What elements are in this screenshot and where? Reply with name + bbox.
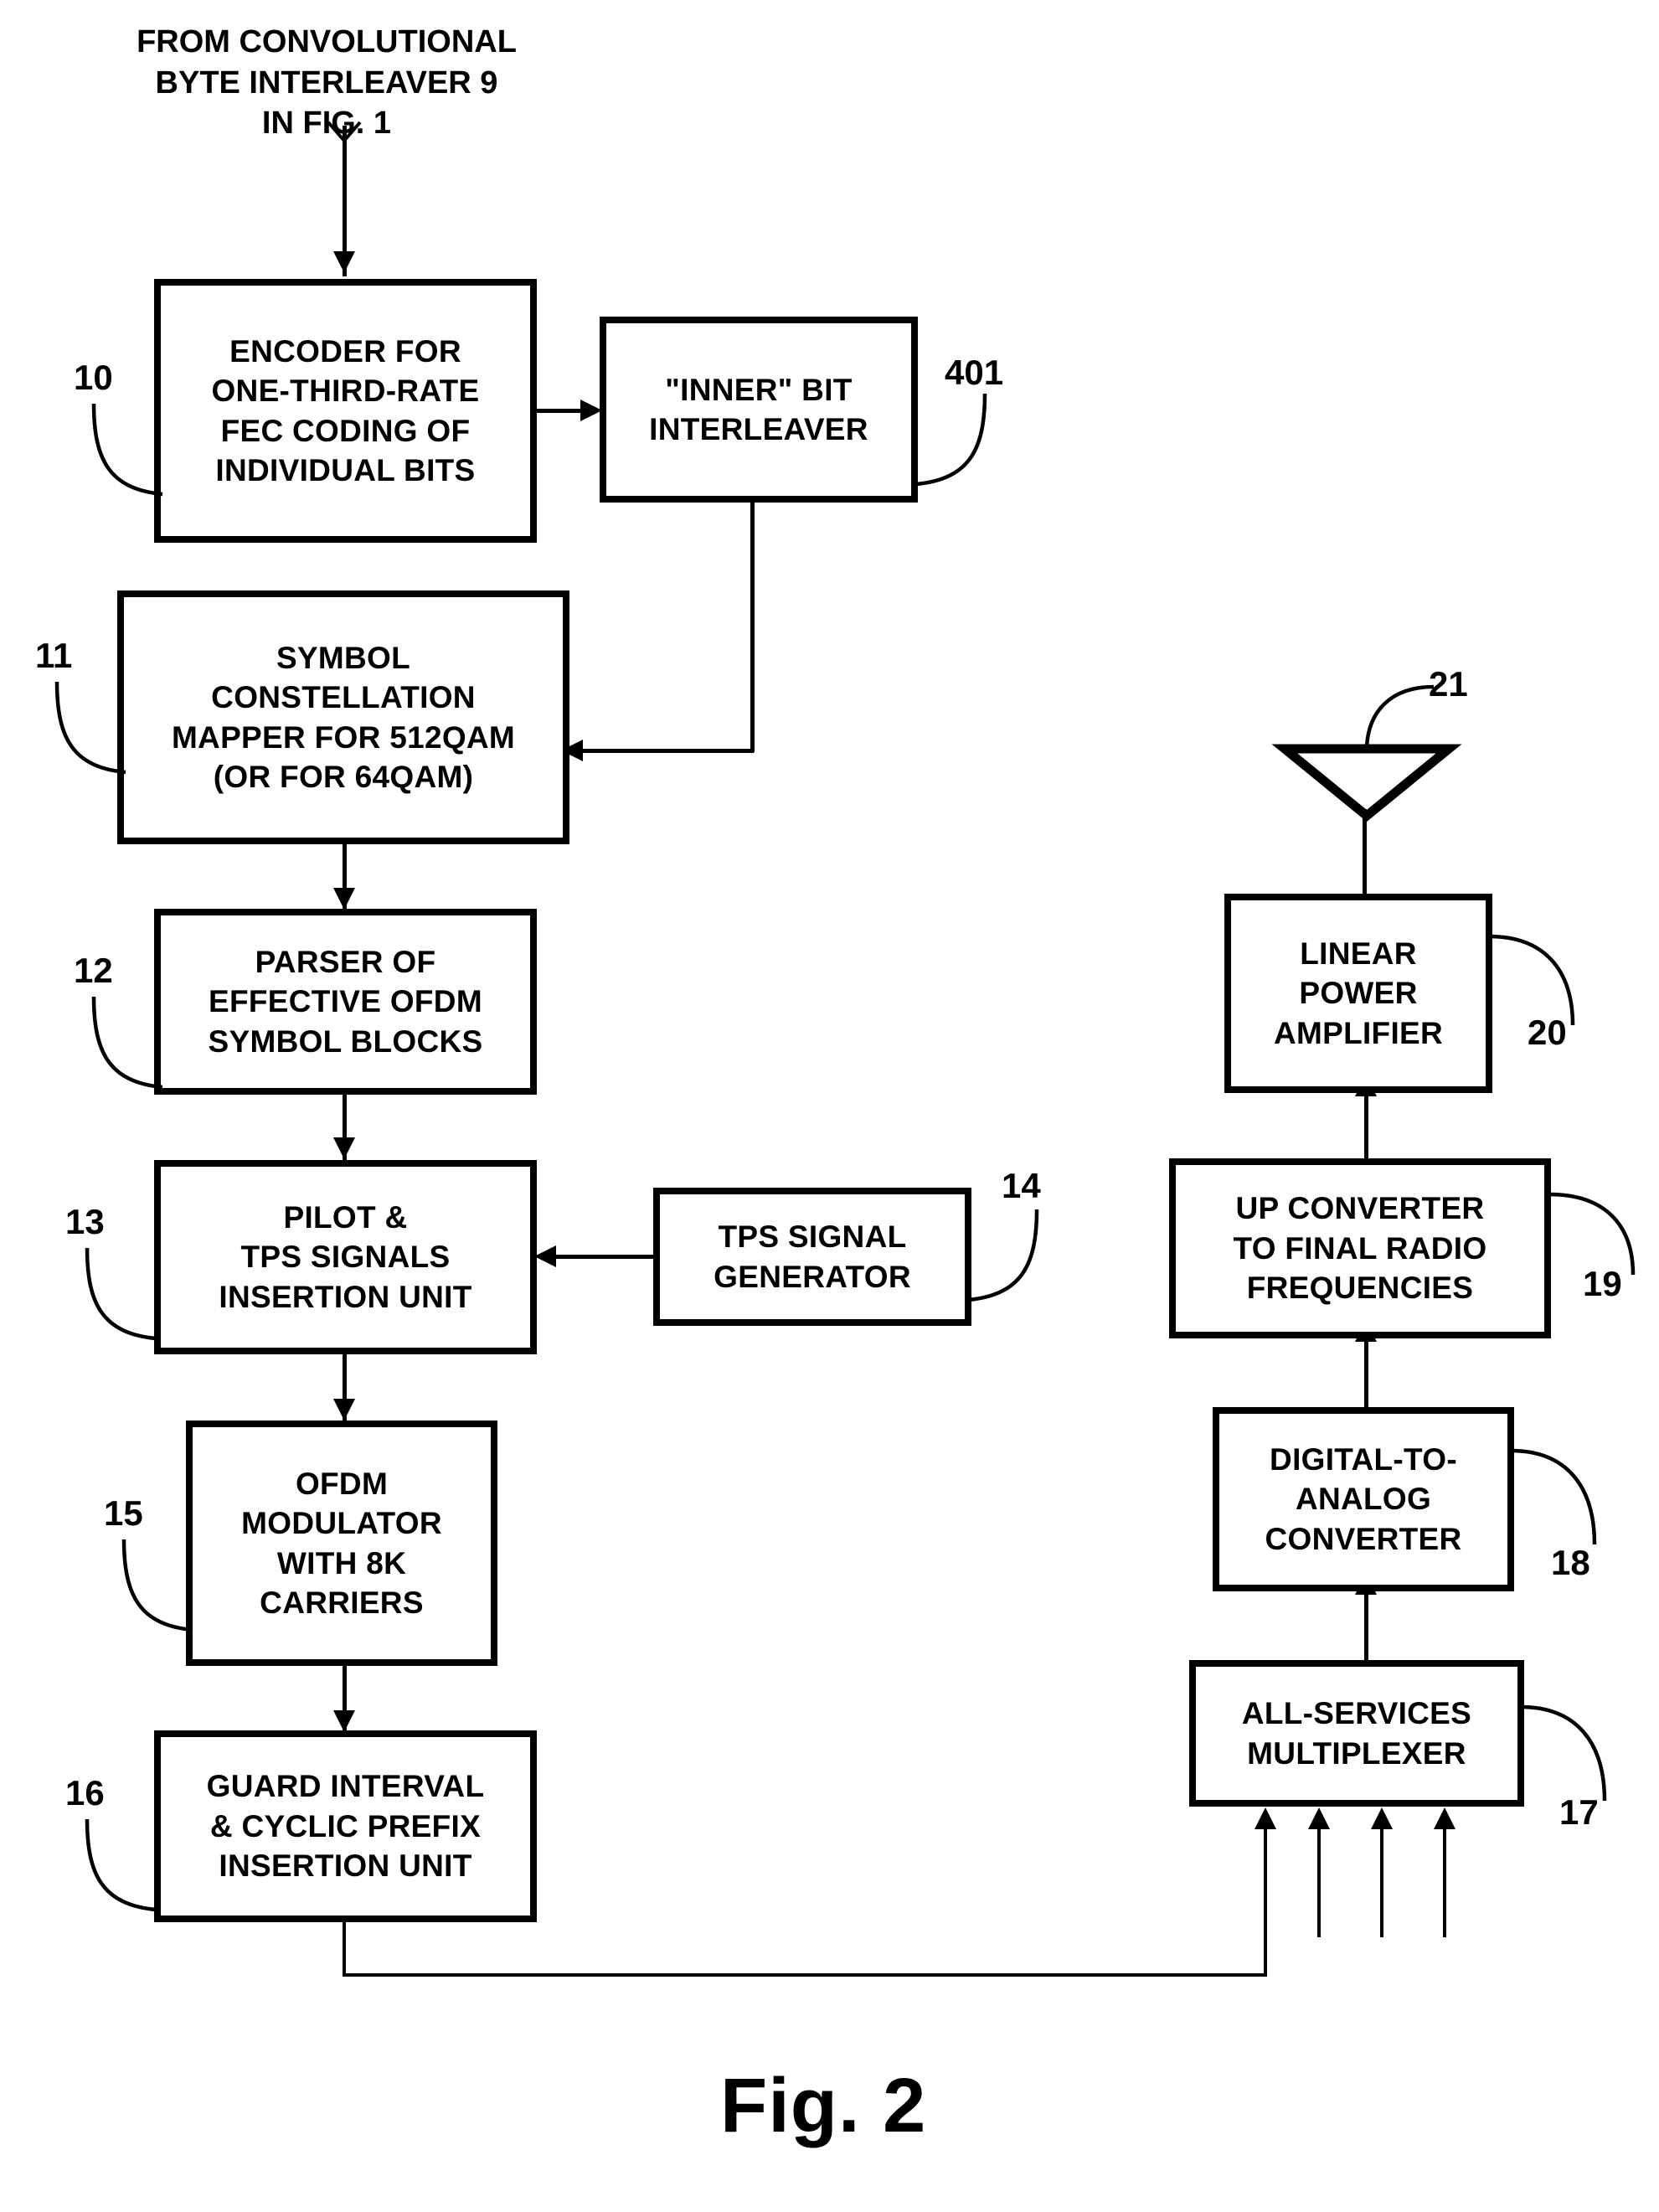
connector-interleaver-down bbox=[750, 503, 755, 752]
block-all-services-multiplexer[interactable]: ALL-SERVICES MULTIPLEXER bbox=[1189, 1660, 1524, 1807]
block-pilot-tps-insertion-label: PILOT & TPS SIGNALS INSERTION UNIT bbox=[219, 1199, 472, 1314]
block-symbol-constellation-mapper[interactable]: SYMBOL CONSTELLATION MAPPER FOR 512QAM (… bbox=[117, 590, 569, 844]
block-guard-interval[interactable]: GUARD INTERVAL & CYCLIC PREFIX INSERTION… bbox=[154, 1730, 537, 1922]
leader-line-13 bbox=[85, 1247, 157, 1341]
arrowhead-tpsgen-to-pilot bbox=[534, 1245, 556, 1267]
connector-guard-to-mux-horizontal bbox=[343, 1973, 1267, 1977]
leader-line-21 bbox=[1364, 684, 1435, 748]
ref-401: 401 bbox=[945, 353, 1004, 392]
connector-tpsgen-to-pilot bbox=[553, 1255, 655, 1259]
block-digital-to-analog-converter[interactable]: DIGITAL-TO- ANALOG CONVERTER bbox=[1213, 1407, 1514, 1591]
block-pilot-tps-insertion[interactable]: PILOT & TPS SIGNALS INSERTION UNIT bbox=[154, 1160, 537, 1354]
block-linear-power-amplifier-label: LINEAR POWER AMPLIFIER bbox=[1273, 936, 1444, 1050]
mux-input-line-3 bbox=[1380, 1826, 1383, 1937]
leader-line-18 bbox=[1510, 1448, 1597, 1545]
chevron-source bbox=[327, 121, 362, 144]
block-inner-bit-interleaver-label: "INNER" BIT INTERLEAVER bbox=[649, 372, 868, 446]
leader-line-12 bbox=[91, 996, 163, 1090]
block-linear-power-amplifier[interactable]: LINEAR POWER AMPLIFIER bbox=[1224, 894, 1492, 1093]
leader-line-14 bbox=[967, 1209, 1039, 1302]
ref-13: 13 bbox=[65, 1202, 105, 1241]
connector-mux-input-up bbox=[1264, 1826, 1267, 1977]
mux-input-line-4 bbox=[1443, 1826, 1446, 1937]
block-tps-signal-generator[interactable]: TPS SIGNAL GENERATOR bbox=[653, 1188, 971, 1326]
mux-input-line-2 bbox=[1317, 1826, 1321, 1937]
block-encoder-label: ENCODER FOR ONE-THIRD-RATE FEC CODING OF… bbox=[211, 333, 480, 487]
mux-input-arrowhead-3 bbox=[1371, 1807, 1393, 1829]
connector-mux-to-dac bbox=[1364, 1591, 1368, 1660]
mux-input-arrowhead-4 bbox=[1434, 1807, 1455, 1829]
arrowhead-guard-to-mux bbox=[1255, 1807, 1276, 1829]
block-tps-signal-generator-label: TPS SIGNAL GENERATOR bbox=[714, 1219, 911, 1294]
mux-input-arrowhead-2 bbox=[1308, 1807, 1330, 1829]
block-digital-to-analog-converter-label: DIGITAL-TO- ANALOG CONVERTER bbox=[1265, 1441, 1462, 1556]
block-inner-bit-interleaver[interactable]: "INNER" BIT INTERLEAVER bbox=[600, 317, 918, 503]
arrowhead-parser-to-pilot bbox=[333, 1137, 355, 1159]
arrowhead-pilot-to-ofdm bbox=[333, 1399, 355, 1421]
leader-line-20 bbox=[1488, 934, 1575, 1026]
arrowhead-source-to-encoder bbox=[333, 251, 355, 273]
ref-11: 11 bbox=[35, 636, 73, 675]
connector-guard-down bbox=[343, 1922, 346, 1977]
leader-line-10 bbox=[91, 403, 163, 497]
arrowhead-ofdm-to-guard bbox=[333, 1710, 355, 1732]
leader-line-17 bbox=[1520, 1704, 1607, 1802]
block-up-converter[interactable]: UP CONVERTER TO FINAL RADIO FREQUENCIES bbox=[1169, 1158, 1551, 1338]
block-symbol-constellation-mapper-label: SYMBOL CONSTELLATION MAPPER FOR 512QAM (… bbox=[171, 640, 516, 794]
ref-16: 16 bbox=[65, 1773, 105, 1812]
connector-amplifier-to-antenna bbox=[1363, 809, 1367, 896]
block-parser-label: PARSER OF EFFECTIVE OFDM SYMBOL BLOCKS bbox=[208, 944, 483, 1059]
figure-label: Fig. 2 bbox=[720, 2063, 927, 2148]
leader-line-15 bbox=[121, 1539, 193, 1632]
block-up-converter-label: UP CONVERTER TO FINAL RADIO FREQUENCIES bbox=[1233, 1191, 1487, 1306]
block-ofdm-modulator-label: OFDM MODULATOR WITH 8K CARRIERS bbox=[241, 1466, 442, 1620]
leader-line-19 bbox=[1548, 1192, 1636, 1276]
ref-14: 14 bbox=[1002, 1166, 1041, 1205]
leader-line-11 bbox=[54, 681, 126, 775]
block-ofdm-modulator[interactable]: OFDM MODULATOR WITH 8K CARRIERS bbox=[186, 1421, 497, 1666]
block-all-services-multiplexer-label: ALL-SERVICES MULTIPLEXER bbox=[1241, 1696, 1472, 1771]
block-guard-interval-label: GUARD INTERVAL & CYCLIC PREFIX INSERTION… bbox=[206, 1769, 485, 1884]
leader-line-401 bbox=[915, 393, 987, 487]
ref-10: 10 bbox=[74, 358, 113, 397]
block-encoder[interactable]: ENCODER FOR ONE-THIRD-RATE FEC CODING OF… bbox=[154, 279, 537, 543]
ref-12: 12 bbox=[74, 951, 113, 990]
connector-dac-to-upconverter bbox=[1364, 1338, 1368, 1407]
patent-figure-2: FROM CONVOLUTIONAL BYTE INTERLEAVER 9 IN… bbox=[0, 0, 1659, 2212]
connector-interleaver-to-mapper bbox=[580, 749, 754, 753]
ref-15: 15 bbox=[104, 1493, 143, 1533]
arrowhead-mapper-to-parser bbox=[333, 888, 355, 910]
leader-line-16 bbox=[85, 1818, 157, 1912]
block-parser[interactable]: PARSER OF EFFECTIVE OFDM SYMBOL BLOCKS bbox=[154, 909, 537, 1095]
connector-upconverter-to-amplifier bbox=[1364, 1093, 1368, 1160]
